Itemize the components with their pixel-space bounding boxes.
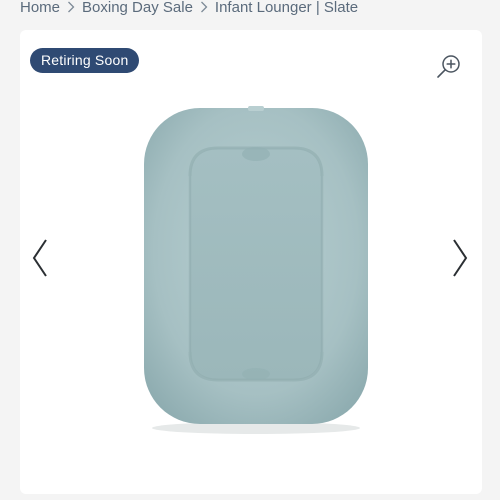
breadcrumb-home-link[interactable]: Home xyxy=(20,0,60,16)
breadcrumb-sale-link[interactable]: Boxing Day Sale xyxy=(82,0,193,16)
chevron-left-icon xyxy=(32,239,47,277)
status-badge: Retiring Soon xyxy=(30,48,140,73)
zoom-button[interactable] xyxy=(432,50,466,84)
breadcrumb: Home Boxing Day Sale Infant Lounger | Sl… xyxy=(20,0,358,18)
next-image-button[interactable] xyxy=(448,235,472,281)
previous-image-button[interactable] xyxy=(28,235,52,281)
breadcrumb-current-page: Infant Lounger | Slate xyxy=(214,0,359,16)
zoom-in-icon xyxy=(437,55,460,78)
chevron-right-icon xyxy=(60,1,82,13)
chevron-right-icon xyxy=(453,239,468,277)
chevron-right-icon xyxy=(193,1,215,13)
infant-lounger-image xyxy=(144,106,368,434)
product-gallery: Retiring Soon xyxy=(20,30,482,494)
product-image[interactable] xyxy=(138,102,374,434)
